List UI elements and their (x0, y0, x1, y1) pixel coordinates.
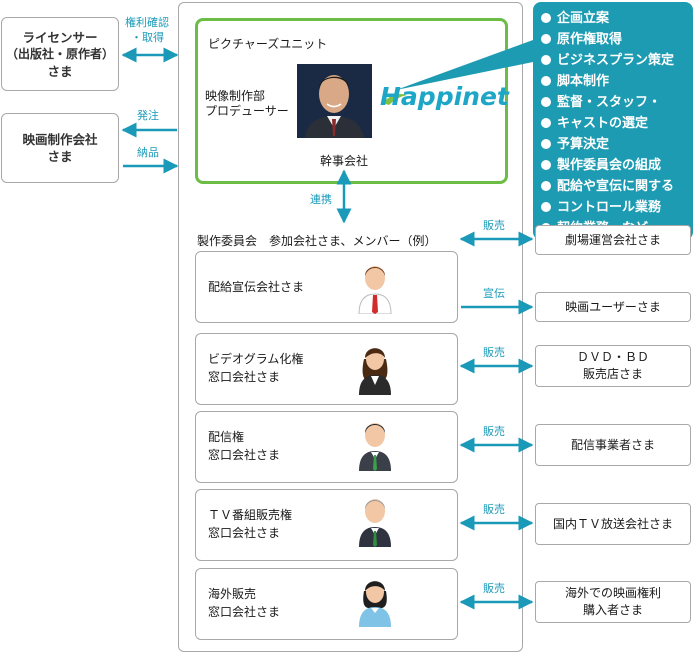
sales-label-overseas: 販売 (483, 582, 505, 595)
sales-label-streaming: 販売 (483, 425, 505, 438)
rights-label-line1: 権利確認 (125, 16, 169, 29)
sales-label-theater: 販売 (483, 219, 505, 232)
flow-arrows (121, 47, 534, 610)
callout-pointer (396, 40, 533, 90)
sales-label-dvd: 販売 (483, 346, 505, 359)
order-label: 発注 (137, 109, 159, 122)
cooperation-label: 連携 (310, 193, 332, 206)
rights-label-line2: ・取得 (131, 31, 164, 44)
sales-label-tv: 販売 (483, 503, 505, 516)
delivery-label: 納品 (137, 146, 159, 159)
promotion-label: 宣伝 (483, 287, 505, 300)
